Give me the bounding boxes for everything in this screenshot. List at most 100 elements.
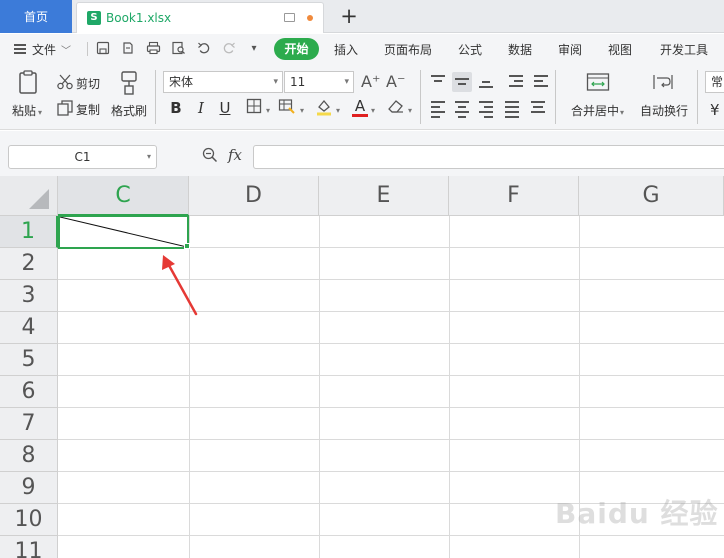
document-tab[interactable]: S Book1.xlsx <box>76 2 324 33</box>
divider <box>420 70 421 124</box>
bold-button[interactable]: B <box>166 98 186 118</box>
row-header-10[interactable]: 10 <box>0 504 58 536</box>
menu-tab-view[interactable]: 视图 <box>608 41 632 58</box>
decrease-indent-icon[interactable] <box>506 72 526 92</box>
font-name-select[interactable]: 宋体 ▾ <box>163 71 283 93</box>
annotation-arrow-icon <box>162 255 198 316</box>
grid-line <box>319 216 320 558</box>
insert-function-button[interactable]: fx <box>228 146 242 164</box>
menu-tab-page-layout[interactable]: 页面布局 <box>384 41 432 58</box>
print-icon[interactable] <box>145 41 161 57</box>
row-header-1[interactable]: 1 <box>0 216 58 248</box>
undo-icon[interactable] <box>196 41 212 57</box>
column-header-e[interactable]: E <box>319 176 449 216</box>
save-icon[interactable] <box>95 41 111 57</box>
borders-icon[interactable] <box>244 98 264 118</box>
italic-button[interactable]: I <box>191 98 211 118</box>
chevron-down-icon[interactable]: ▾ <box>336 106 340 115</box>
grid-line <box>58 375 724 376</box>
menu-bar: 文件 ﹀ ▾ 开始 插入 页面布局 公式 数据 审阅 视图 开发工具 <box>0 34 724 64</box>
redo-icon[interactable] <box>221 41 237 57</box>
grid-line <box>58 407 724 408</box>
row-header-3[interactable]: 3 <box>0 280 58 312</box>
distributed-icon[interactable] <box>528 98 548 118</box>
format-painter-button[interactable]: 格式刷 <box>111 102 147 119</box>
menu-tab-start[interactable]: 开始 <box>274 38 319 60</box>
justify-icon[interactable] <box>502 98 522 118</box>
spreadsheet-file-icon: S <box>87 11 101 25</box>
home-tab[interactable]: 首页 <box>0 0 72 33</box>
wrap-text-button[interactable]: 自动换行 <box>640 102 688 119</box>
row-header-4[interactable]: 4 <box>0 312 58 344</box>
menu-tab-insert[interactable]: 插入 <box>334 41 358 58</box>
number-format-select[interactable]: 常 <box>705 71 724 93</box>
row-header-9[interactable]: 9 <box>0 472 58 504</box>
watermark: Baidu 经验 <box>555 497 719 530</box>
divider <box>697 70 698 124</box>
paste-label: 粘贴 <box>12 104 37 118</box>
column-header-c[interactable]: C <box>58 176 189 216</box>
column-header-f[interactable]: F <box>449 176 579 216</box>
print-preview-icon[interactable] <box>170 41 186 57</box>
font-size-select[interactable]: 11 ▾ <box>284 71 354 93</box>
align-middle-icon[interactable] <box>452 72 472 92</box>
menu-tab-review[interactable]: 审阅 <box>558 41 582 58</box>
cell-style-icon[interactable] <box>277 98 297 118</box>
file-menu-button[interactable]: 文件 ﹀ <box>14 40 71 58</box>
zoom-search-icon[interactable] <box>202 147 218 163</box>
align-bottom-icon[interactable] <box>476 72 496 92</box>
hamburger-icon <box>14 44 26 54</box>
export-pdf-icon[interactable] <box>120 41 136 57</box>
paste-icon[interactable] <box>14 69 42 95</box>
merge-center-button[interactable]: 合并居中▾ <box>571 102 624 119</box>
column-header-d[interactable]: D <box>189 176 319 216</box>
name-box[interactable]: C1 ▾ <box>8 145 157 169</box>
row-header-5[interactable]: 5 <box>0 344 58 376</box>
row-header-8[interactable]: 8 <box>0 440 58 472</box>
menu-tab-data[interactable]: 数据 <box>508 41 532 58</box>
row-header-6[interactable]: 6 <box>0 376 58 408</box>
chevron-down-icon[interactable]: ▾ <box>408 106 412 115</box>
name-box-value: C1 <box>74 150 91 164</box>
eraser-icon[interactable] <box>386 98 406 118</box>
wrap-text-icon[interactable] <box>651 72 675 94</box>
menu-tab-formulas[interactable]: 公式 <box>458 41 482 58</box>
cut-button[interactable]: 剪切 <box>76 75 100 92</box>
formula-input[interactable] <box>253 145 724 169</box>
chevron-down-icon[interactable]: ▾ <box>300 106 304 115</box>
new-tab-button[interactable]: + <box>338 2 360 30</box>
underline-button[interactable]: U <box>215 98 235 118</box>
row-header-7[interactable]: 7 <box>0 408 58 440</box>
row-header-2[interactable]: 2 <box>0 248 58 280</box>
paste-button[interactable]: 粘贴 ▾ <box>12 102 42 119</box>
grow-font-button[interactable]: A⁺ <box>361 72 380 92</box>
chevron-down-icon[interactable]: ▾ <box>266 106 270 115</box>
row-header-11[interactable]: 11 <box>0 536 58 558</box>
shrink-font-button[interactable]: A⁻ <box>386 72 405 92</box>
spreadsheet-window: 首页 S Book1.xlsx + 文件 ﹀ ▾ 开始 插入 页面布局 公式 数… <box>0 0 724 558</box>
file-menu-label: 文件 <box>32 42 57 57</box>
align-left-icon[interactable] <box>428 98 448 118</box>
format-painter-icon[interactable] <box>118 70 140 96</box>
scissors-icon[interactable] <box>56 73 74 91</box>
customize-toolbar-icon[interactable]: ▾ <box>246 41 262 57</box>
column-header-g[interactable]: G <box>579 176 724 216</box>
menu-tab-developer[interactable]: 开发工具 <box>660 41 708 58</box>
increase-indent-icon[interactable] <box>531 72 551 92</box>
font-color-button[interactable]: A <box>350 98 370 118</box>
align-right-icon[interactable] <box>476 98 496 118</box>
cell-c1-selected[interactable] <box>58 215 189 249</box>
divider <box>87 42 88 56</box>
align-top-icon[interactable] <box>428 72 448 92</box>
select-all-corner[interactable] <box>0 176 58 216</box>
formula-bar: C1 ▾ fx <box>0 131 724 176</box>
chevron-down-icon: ▾ <box>273 77 278 87</box>
align-center-icon[interactable] <box>452 98 472 118</box>
fill-color-icon[interactable] <box>314 98 334 118</box>
currency-icon[interactable]: ¥ <box>710 101 720 119</box>
merge-center-icon[interactable] <box>586 72 610 94</box>
chevron-down-icon[interactable]: ▾ <box>371 106 375 115</box>
copy-icon[interactable] <box>56 99 74 117</box>
copy-button[interactable]: 复制 <box>76 101 100 118</box>
window-mode-icon[interactable] <box>284 13 295 22</box>
